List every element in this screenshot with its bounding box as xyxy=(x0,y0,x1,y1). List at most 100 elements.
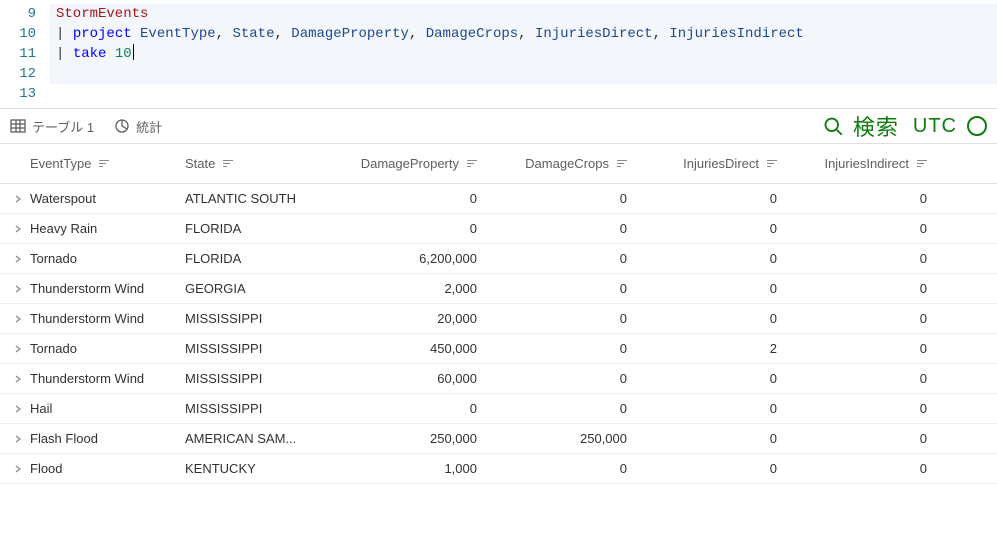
row-expand-icon[interactable] xyxy=(6,434,30,444)
line-number: 10 xyxy=(0,24,50,44)
table-row[interactable]: WaterspoutATLANTIC SOUTH0000 xyxy=(0,184,997,214)
cell-eventtype: Tornado xyxy=(30,251,185,266)
cell-damageproperty: 0 xyxy=(335,221,495,236)
code-content[interactable] xyxy=(50,64,997,84)
cell-injuriesdirect: 2 xyxy=(645,341,795,356)
code-content[interactable]: | project EventType, State, DamageProper… xyxy=(50,24,997,44)
search-label[interactable]: 検索 xyxy=(853,110,899,142)
cell-injuriesindirect: 0 xyxy=(795,401,945,416)
code-content[interactable]: | take 10 xyxy=(50,44,997,64)
cell-injuriesdirect: 0 xyxy=(645,371,795,386)
column-header-injuriesdirect[interactable]: InjuriesDirect xyxy=(645,156,795,171)
table-row[interactable]: Thunderstorm WindMISSISSIPPI20,000000 xyxy=(0,304,997,334)
table-icon xyxy=(10,118,26,134)
row-expand-icon[interactable] xyxy=(6,314,30,324)
cell-injuriesindirect: 0 xyxy=(795,221,945,236)
row-expand-icon[interactable] xyxy=(6,464,30,474)
table-row[interactable]: TornadoFLORIDA6,200,000000 xyxy=(0,244,997,274)
results-toolbar: テーブル 1 統計 検索 UTC xyxy=(0,108,997,144)
code-content[interactable] xyxy=(50,84,997,104)
code-content[interactable]: StormEvents xyxy=(50,4,997,24)
column-menu-icon[interactable] xyxy=(223,160,233,167)
row-expand-icon[interactable] xyxy=(6,194,30,204)
tab-table[interactable]: テーブル 1 xyxy=(10,117,94,136)
cell-state: MISSISSIPPI xyxy=(185,311,335,326)
column-menu-icon[interactable] xyxy=(617,160,627,167)
cell-damagecrops: 0 xyxy=(495,401,645,416)
cell-state: FLORIDA xyxy=(185,221,335,236)
cell-state: MISSISSIPPI xyxy=(185,341,335,356)
row-expand-icon[interactable] xyxy=(6,344,30,354)
cell-state: GEORGIA xyxy=(185,281,335,296)
results-table: WaterspoutATLANTIC SOUTH0000Heavy RainFL… xyxy=(0,184,997,484)
cell-injuriesdirect: 0 xyxy=(645,311,795,326)
column-header-damagecrops[interactable]: DamageCrops xyxy=(495,156,645,171)
column-menu-icon[interactable] xyxy=(467,160,477,167)
column-header-damageproperty[interactable]: DamageProperty xyxy=(335,156,495,171)
cell-damageproperty: 0 xyxy=(335,401,495,416)
table-row[interactable]: Thunderstorm WindGEORGIA2,000000 xyxy=(0,274,997,304)
table-row[interactable]: FloodKENTUCKY1,000000 xyxy=(0,454,997,484)
cell-damageproperty: 450,000 xyxy=(335,341,495,356)
table-row[interactable]: Heavy RainFLORIDA0000 xyxy=(0,214,997,244)
table-row[interactable]: Thunderstorm WindMISSISSIPPI60,000000 xyxy=(0,364,997,394)
column-label: InjuriesIndirect xyxy=(824,156,909,171)
cell-damageproperty: 60,000 xyxy=(335,371,495,386)
cell-damageproperty: 6,200,000 xyxy=(335,251,495,266)
stats-icon xyxy=(114,118,130,134)
cell-damageproperty: 1,000 xyxy=(335,461,495,476)
cell-eventtype: Flood xyxy=(30,461,185,476)
cell-injuriesdirect: 0 xyxy=(645,281,795,296)
column-menu-icon[interactable] xyxy=(99,160,109,167)
row-expand-icon[interactable] xyxy=(6,284,30,294)
cell-damagecrops: 0 xyxy=(495,221,645,236)
cell-damagecrops: 0 xyxy=(495,251,645,266)
cell-damageproperty: 250,000 xyxy=(335,431,495,446)
cell-injuriesindirect: 0 xyxy=(795,371,945,386)
timezone-label[interactable]: UTC xyxy=(913,115,957,138)
tab-table-label: テーブル 1 xyxy=(32,117,94,136)
column-menu-icon[interactable] xyxy=(767,160,777,167)
column-menu-icon[interactable] xyxy=(917,160,927,167)
cell-injuriesdirect: 0 xyxy=(645,401,795,416)
cell-state: MISSISSIPPI xyxy=(185,401,335,416)
table-header: EventType State DamageProperty DamageCro… xyxy=(0,144,997,184)
column-label: EventType xyxy=(30,156,91,171)
table-row[interactable]: TornadoMISSISSIPPI450,000020 xyxy=(0,334,997,364)
cell-damagecrops: 0 xyxy=(495,311,645,326)
search-icon[interactable] xyxy=(823,116,843,136)
row-expand-icon[interactable] xyxy=(6,404,30,414)
query-editor[interactable]: 9StormEvents10| project EventType, State… xyxy=(0,0,997,108)
table-row[interactable]: Flash FloodAMERICAN SAM...250,000250,000… xyxy=(0,424,997,454)
cell-damagecrops: 0 xyxy=(495,191,645,206)
cell-injuriesindirect: 0 xyxy=(795,311,945,326)
cell-eventtype: Hail xyxy=(30,401,185,416)
column-header-injuriesindirect[interactable]: InjuriesIndirect xyxy=(795,156,945,171)
row-expand-icon[interactable] xyxy=(6,224,30,234)
cell-damageproperty: 2,000 xyxy=(335,281,495,296)
editor-line[interactable]: 11| take 10 xyxy=(0,44,997,64)
table-row[interactable]: HailMISSISSIPPI0000 xyxy=(0,394,997,424)
cell-state: KENTUCKY xyxy=(185,461,335,476)
row-expand-icon[interactable] xyxy=(6,374,30,384)
cell-eventtype: Waterspout xyxy=(30,191,185,206)
line-number: 13 xyxy=(0,84,50,104)
line-number: 11 xyxy=(0,44,50,64)
editor-line[interactable]: 13 xyxy=(0,84,997,104)
editor-line[interactable]: 12 xyxy=(0,64,997,84)
editor-line[interactable]: 10| project EventType, State, DamageProp… xyxy=(0,24,997,44)
column-header-eventtype[interactable]: EventType xyxy=(30,156,185,171)
column-label: State xyxy=(185,156,215,171)
tab-stats[interactable]: 統計 xyxy=(114,117,162,136)
cell-eventtype: Thunderstorm Wind xyxy=(30,371,185,386)
cell-injuriesindirect: 0 xyxy=(795,251,945,266)
timezone-indicator-icon[interactable] xyxy=(967,116,987,136)
cell-injuriesdirect: 0 xyxy=(645,191,795,206)
column-header-state[interactable]: State xyxy=(185,156,335,171)
row-expand-icon[interactable] xyxy=(6,254,30,264)
cell-eventtype: Thunderstorm Wind xyxy=(30,281,185,296)
cell-eventtype: Thunderstorm Wind xyxy=(30,311,185,326)
column-label: InjuriesDirect xyxy=(683,156,759,171)
cell-eventtype: Tornado xyxy=(30,341,185,356)
editor-line[interactable]: 9StormEvents xyxy=(0,4,997,24)
